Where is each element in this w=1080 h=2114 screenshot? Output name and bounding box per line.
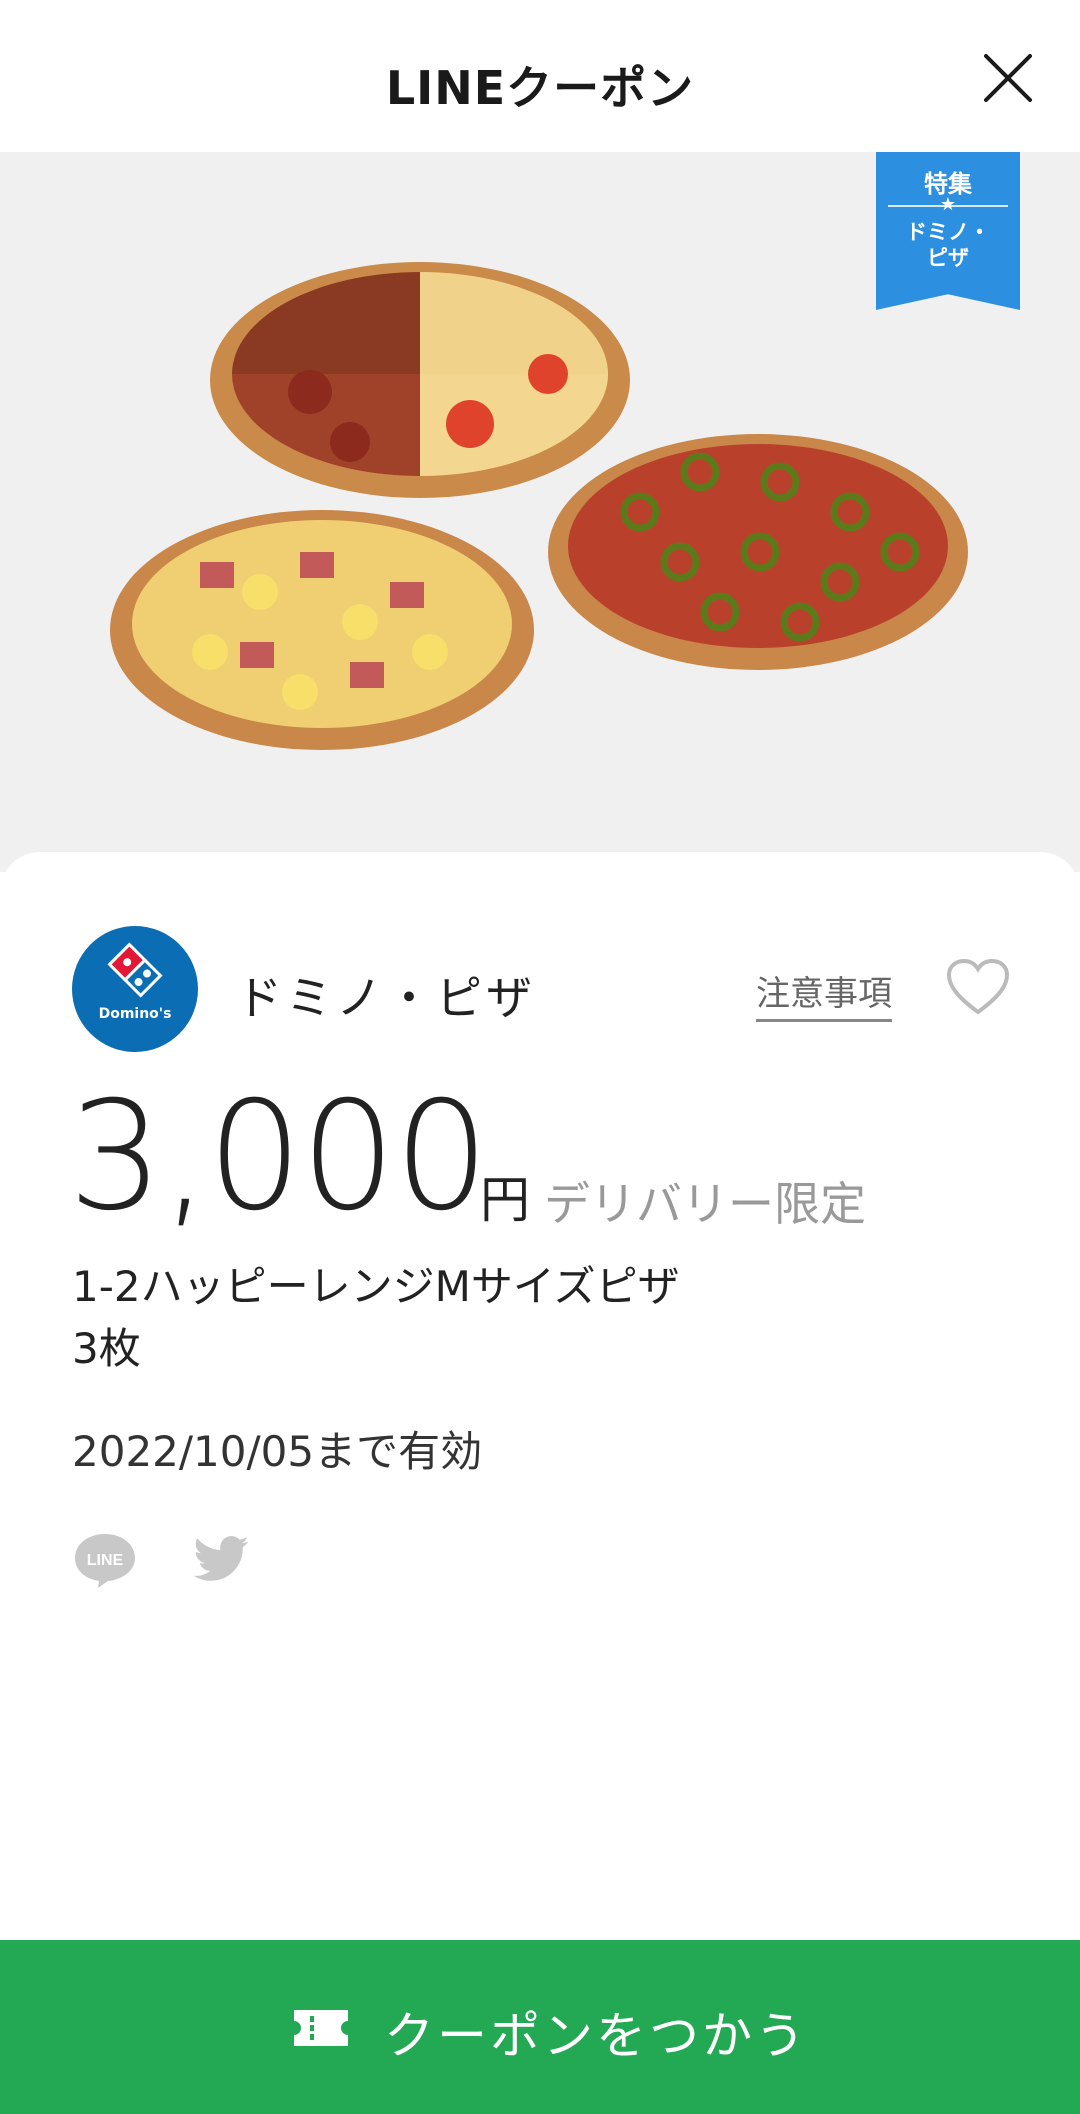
coupon-amount: 3,000 <box>68 1070 489 1244</box>
header-bar: LINEクーポン <box>0 0 1080 152</box>
twitter-icon[interactable] <box>188 1530 254 1590</box>
svg-text:LINE: LINE <box>87 1552 124 1569</box>
delivery-limit-label: デリバリー限定 <box>544 1177 866 1231</box>
use-coupon-label: クーポンをつかう <box>384 2007 808 2065</box>
badge-label-line1: ドミノ・ <box>906 220 990 244</box>
feature-badge[interactable]: 特集 ★ ドミノ・ ピザ <box>876 152 1020 310</box>
valid-until: 2022/10/05まで有効 <box>72 1427 483 1476</box>
badge-label: ドミノ・ ピザ <box>876 219 1020 271</box>
line-icon[interactable]: LINE <box>72 1530 138 1590</box>
notes-link[interactable]: 注意事項 <box>756 966 892 1022</box>
coupon-description: 1-2ハッピーレンジMサイズピザ 3枚 <box>72 1256 680 1380</box>
brand-name: ドミノ・ピザ <box>236 971 536 1025</box>
domino-logo-icon <box>107 942 163 998</box>
close-icon[interactable] <box>980 50 1036 106</box>
description-line2: 3枚 <box>72 1324 141 1373</box>
description-line1: 1-2ハッピーレンジMサイズピザ <box>72 1262 680 1311</box>
currency-unit: 円 <box>480 1171 530 1229</box>
badge-divider <box>888 205 1008 207</box>
page-title: LINEクーポン <box>385 61 695 115</box>
brand-logo: Domino's <box>72 926 198 1052</box>
heart-icon[interactable] <box>946 958 1010 1016</box>
badge-label-line2: ピザ <box>927 246 969 270</box>
logo-text: Domino's <box>98 1006 172 1022</box>
ticket-icon <box>294 2010 348 2046</box>
use-coupon-button[interactable]: クーポンをつかう <box>0 1940 1080 2114</box>
